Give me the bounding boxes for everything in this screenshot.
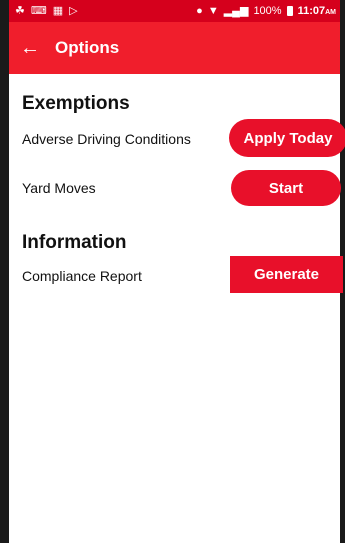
share-icon: ☘ xyxy=(15,4,25,17)
page-title: Options xyxy=(55,38,120,57)
back-arrow-icon[interactable]: ← xyxy=(9,38,51,58)
location-icon: ● xyxy=(196,4,203,17)
system-icons: ● ▼ ▂▄▆ 100% 11:07AM xyxy=(196,5,340,17)
start-button[interactable]: Start xyxy=(231,170,341,206)
clock: 11:07AM xyxy=(298,5,336,17)
wifi-icon: ▼ xyxy=(207,4,219,17)
image-icon: ▦ xyxy=(52,4,64,17)
information-heading: Information xyxy=(22,232,127,253)
play-store-icon: ▷ xyxy=(69,4,78,17)
options-content: Exemptions Adverse Driving Conditions Ap… xyxy=(9,74,345,543)
notification-icons: ☘ ⌨ ▦ ▷ xyxy=(9,4,78,17)
battery-icon xyxy=(286,6,293,16)
app-bar: ← Options xyxy=(9,22,340,74)
clock-suffix: AM xyxy=(325,9,336,16)
signal-icon: ▂▄▆ xyxy=(223,4,249,17)
battery-percent: 100% xyxy=(253,5,282,17)
compliance-report-label: Compliance Report xyxy=(22,268,142,284)
status-bar: ☘ ⌨ ▦ ▷ ● ▼ ▂▄▆ 100% 11:07AM xyxy=(9,0,340,22)
yard-moves-label: Yard Moves xyxy=(22,180,96,196)
keyboard-icon: ⌨ xyxy=(30,4,47,17)
apply-today-button[interactable]: Apply Today xyxy=(229,119,345,157)
clock-time: 11:07 xyxy=(297,5,326,17)
adverse-driving-label: Adverse Driving Conditions xyxy=(22,131,191,147)
generate-button[interactable]: Generate xyxy=(230,256,343,293)
exemptions-heading: Exemptions xyxy=(22,93,130,114)
device-frame-left xyxy=(0,0,9,543)
